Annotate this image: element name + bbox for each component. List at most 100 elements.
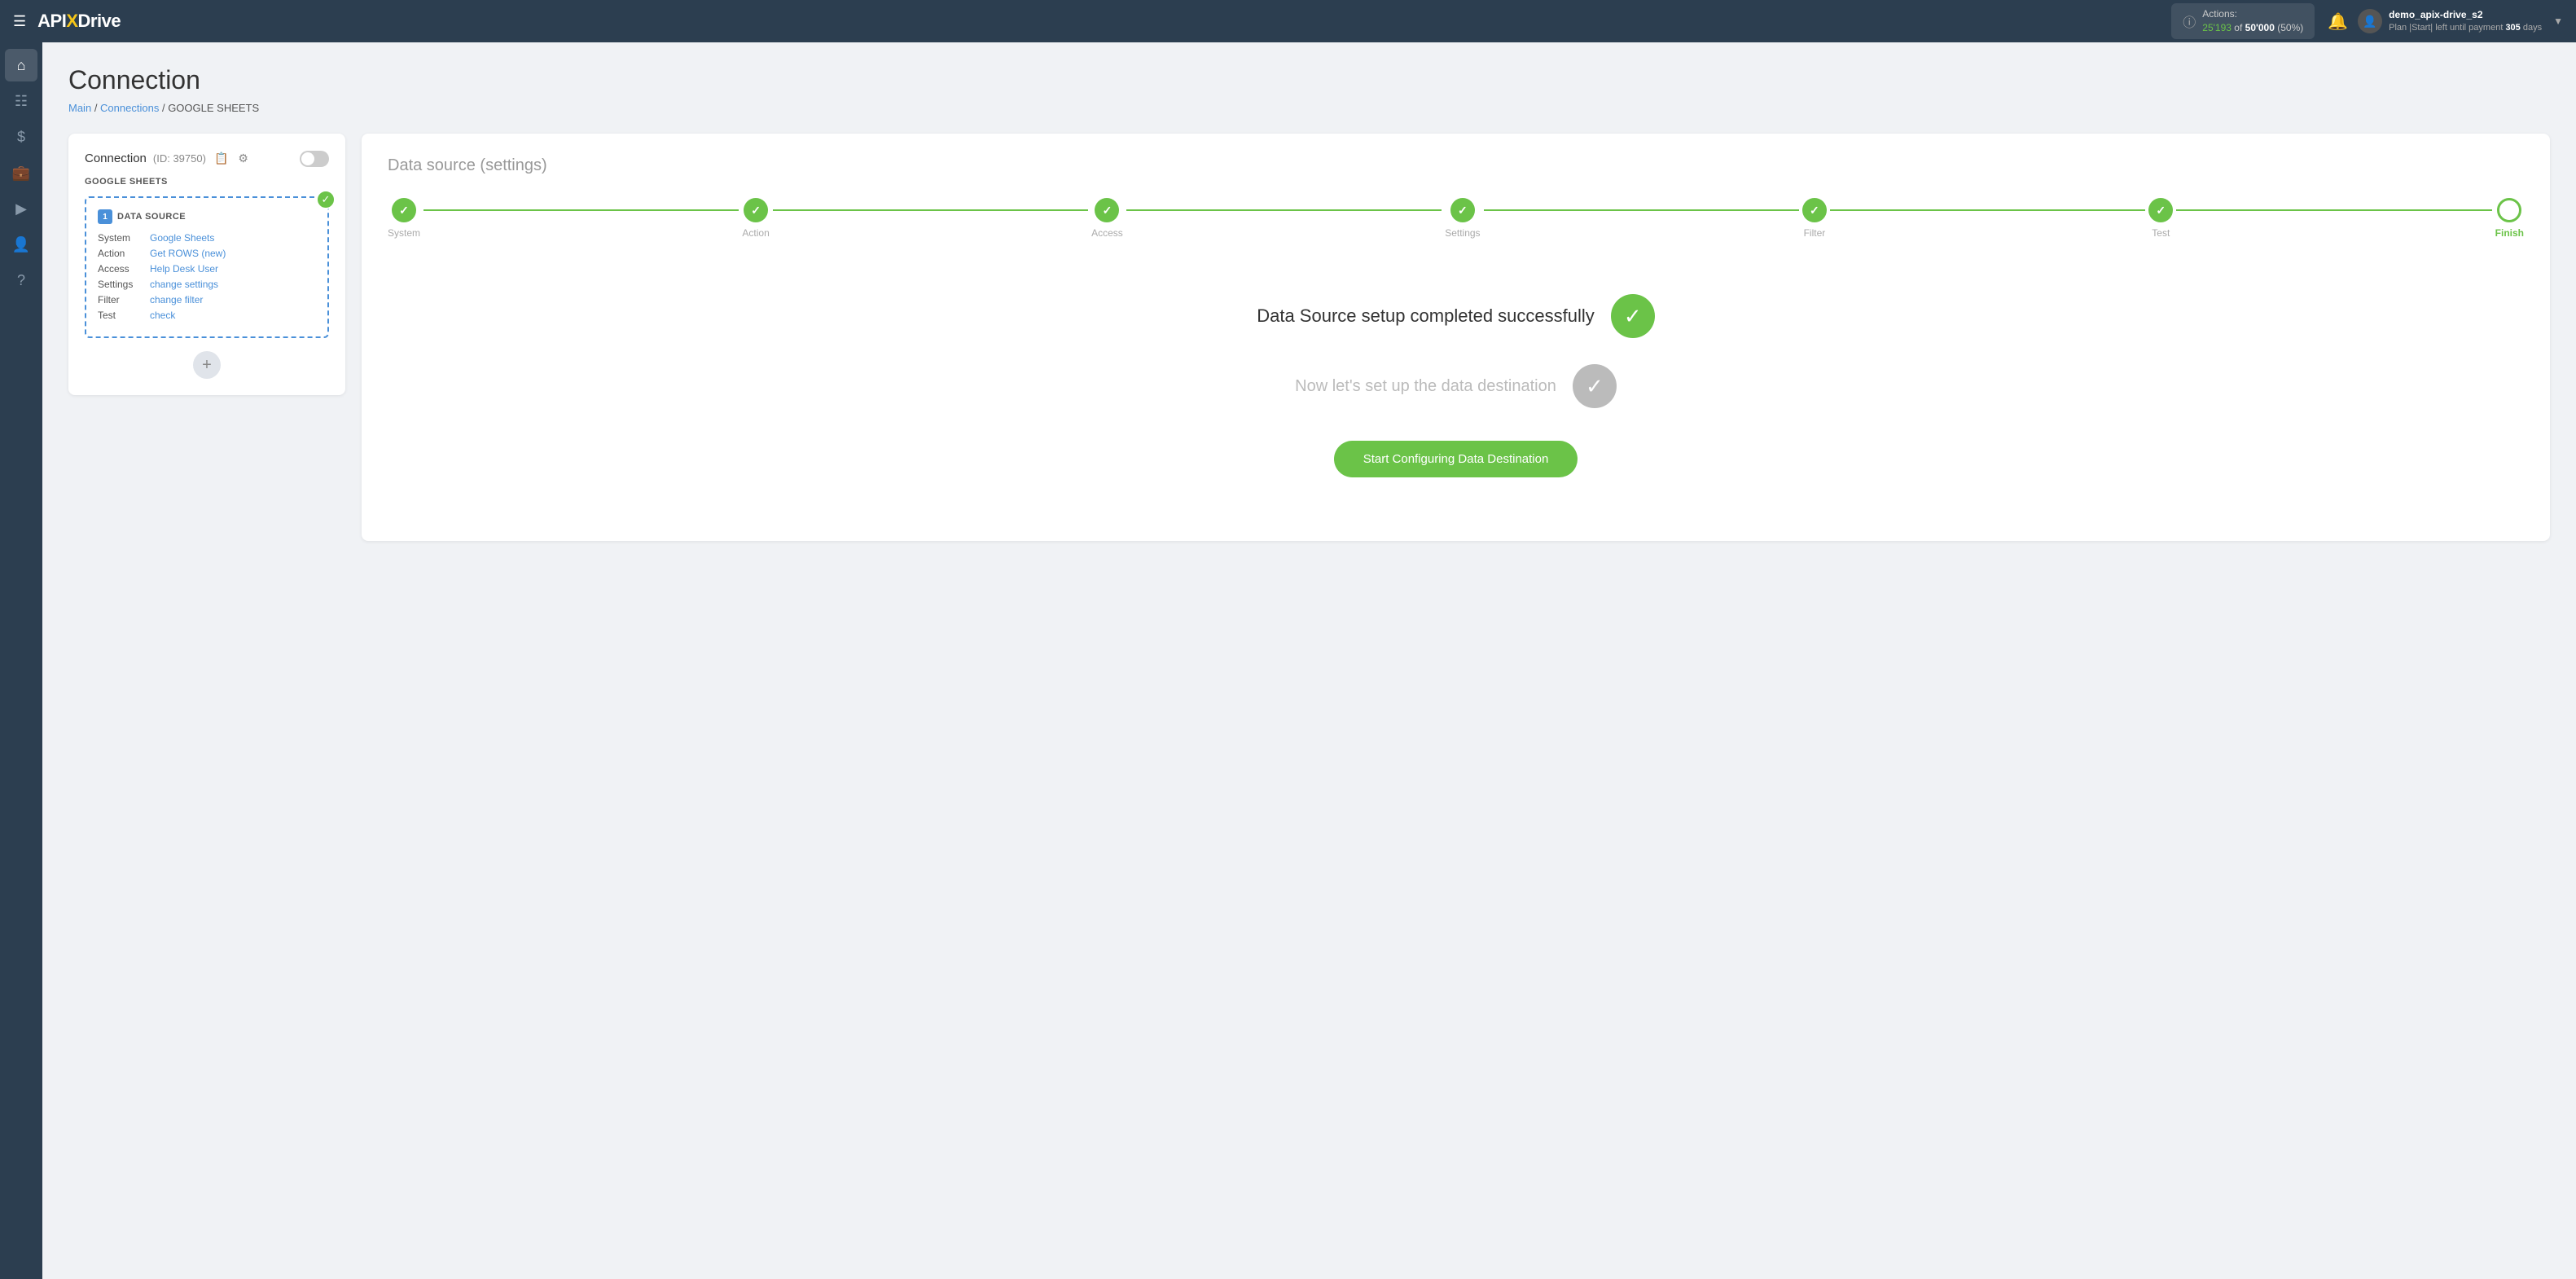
step-line-1 <box>423 209 739 211</box>
ds-row-settings: Settings change settings <box>98 279 316 290</box>
step-circle-test: ✓ <box>2148 198 2173 222</box>
step-circle-action: ✓ <box>744 198 768 222</box>
step-access: ✓ Access <box>1091 198 1123 239</box>
avatar: 👤 <box>2358 9 2382 33</box>
step-label-system: System <box>388 227 420 239</box>
actions-total: 50'000 <box>2245 22 2275 33</box>
ds-val-filter[interactable]: change filter <box>150 294 203 305</box>
step-circle-filter: ✓ <box>1802 198 1827 222</box>
step-system: ✓ System <box>388 198 420 239</box>
actions-current: 25'193 <box>2202 22 2232 33</box>
step-test: ✓ Test <box>2148 198 2173 239</box>
chevron-down-icon: ▼ <box>2553 15 2563 27</box>
ds-key-access: Access <box>98 263 147 275</box>
sidebar-item-user[interactable]: 👤 <box>5 228 37 261</box>
copy-icon[interactable]: 📋 <box>213 150 230 167</box>
connection-title: Connection <box>85 152 147 165</box>
step-finish: Finish <box>2495 198 2524 239</box>
days-label: days <box>2523 23 2542 33</box>
settings-icon[interactable]: ⚙ <box>236 150 250 167</box>
step-label-access: Access <box>1091 227 1123 239</box>
ds-row-access: Access Help Desk User <box>98 263 316 275</box>
left-card: Connection (ID: 39750) 📋 ⚙ GOOGLE SHEETS… <box>68 134 345 395</box>
right-card: Data source (settings) ✓ System ✓ Action <box>362 134 2550 541</box>
breadcrumb: Main / Connections / GOOGLE SHEETS <box>68 102 2550 114</box>
success-row-1: Data Source setup completed successfully… <box>1257 294 1655 338</box>
start-configuring-button[interactable]: Start Configuring Data Destination <box>1334 441 1578 477</box>
cards-row: Connection (ID: 39750) 📋 ⚙ GOOGLE SHEETS… <box>68 134 2550 541</box>
step-label-finish: Finish <box>2495 227 2524 239</box>
breadcrumb-main[interactable]: Main <box>68 102 91 114</box>
actions-text: Actions: 25'193 of 50'000 (50%) <box>2202 7 2303 35</box>
sidebar-item-help[interactable]: ? <box>5 264 37 297</box>
sidebar: ⌂ ☷ $ 💼 ▶ 👤 ? <box>0 42 42 1279</box>
logo-drive: Drive <box>78 11 121 32</box>
ds-key-action: Action <box>98 248 147 259</box>
main-content: Connection Main / Connections / GOOGLE S… <box>42 42 2576 1279</box>
settings-subtitle: (settings) <box>480 156 546 174</box>
ds-val-settings[interactable]: change settings <box>150 279 218 290</box>
sidebar-item-monitor[interactable]: ▶ <box>5 192 37 225</box>
next-title: Now let's set up the data destination <box>1295 375 1556 398</box>
sidebar-item-home[interactable]: ⌂ <box>5 49 37 81</box>
app-logo: APIXDrive <box>37 11 121 32</box>
hamburger-menu[interactable]: ☰ <box>13 13 26 30</box>
step-circle-access: ✓ <box>1095 198 1119 222</box>
ds-header: 1 DATA SOURCE <box>98 209 316 224</box>
user-area[interactable]: 👤 demo_apix-drive_s2 Plan |Start| left u… <box>2358 8 2563 34</box>
step-label-action: Action <box>742 227 769 239</box>
datasource-settings-title: Data source (settings) <box>388 156 2524 175</box>
success-check-green: ✓ <box>1611 294 1655 338</box>
ds-row-action: Action Get ROWS (new) <box>98 248 316 259</box>
ds-key-test: Test <box>98 310 147 321</box>
step-line-3 <box>1126 209 1442 211</box>
step-line-4 <box>1484 209 1799 211</box>
add-datasource-button[interactable]: + <box>193 351 221 379</box>
breadcrumb-current: GOOGLE SHEETS <box>168 102 259 114</box>
sidebar-item-briefcase[interactable]: 💼 <box>5 156 37 189</box>
ds-val-test[interactable]: check <box>150 310 175 321</box>
step-line-5 <box>1830 209 2145 211</box>
sidebar-item-billing[interactable]: $ <box>5 121 37 153</box>
user-plan: Plan |Start| left until payment 305 days <box>2389 22 2542 34</box>
success-check-gray: ✓ <box>1573 364 1617 408</box>
actions-percent: (50%) <box>2277 22 2303 33</box>
sidebar-item-connections[interactable]: ☷ <box>5 85 37 117</box>
stepper: ✓ System ✓ Action ✓ Access ✓ <box>388 198 2524 239</box>
step-line-2 <box>773 209 1088 211</box>
success-area: Data Source setup completed successfully… <box>388 278 2524 494</box>
page-title: Connection <box>68 65 2550 95</box>
breadcrumb-connections[interactable]: Connections <box>100 102 159 114</box>
logo-api: API <box>37 11 66 32</box>
days-value: 305 <box>2505 23 2520 33</box>
ds-label: DATA SOURCE <box>117 212 186 222</box>
ds-val-access[interactable]: Help Desk User <box>150 263 218 275</box>
success-title: Data Source setup completed successfully <box>1257 304 1595 329</box>
step-label-settings: Settings <box>1445 227 1480 239</box>
step-circle-finish <box>2497 198 2521 222</box>
ds-number: 1 <box>98 209 112 224</box>
ds-row-filter: Filter change filter <box>98 294 316 305</box>
step-filter: ✓ Filter <box>1802 198 1827 239</box>
step-circle-system: ✓ <box>392 198 416 222</box>
step-settings: ✓ Settings <box>1445 198 1480 239</box>
ds-row-test: Test check <box>98 310 316 321</box>
google-sheets-label: GOOGLE SHEETS <box>85 177 329 187</box>
user-name: demo_apix-drive_s2 <box>2389 8 2542 22</box>
success-row-2: Now let's set up the data destination ✓ <box>1295 364 1617 408</box>
logo-x: X <box>66 11 77 32</box>
notifications-button[interactable]: 🔔 <box>2328 11 2348 32</box>
actions-of: of <box>2234 22 2242 33</box>
step-action: ✓ Action <box>742 198 769 239</box>
user-info: demo_apix-drive_s2 Plan |Start| left unt… <box>2389 8 2542 34</box>
data-source-box: ✓ 1 DATA SOURCE System Google Sheets Act… <box>85 196 329 338</box>
top-navigation: ☰ APIXDrive ⓘ Actions: 25'193 of 50'000 … <box>0 0 2576 42</box>
ds-key-system: System <box>98 232 147 244</box>
connection-toggle[interactable] <box>300 151 329 167</box>
ds-val-system[interactable]: Google Sheets <box>150 232 214 244</box>
info-icon: ⓘ <box>2183 11 2196 31</box>
connection-id: (ID: 39750) <box>153 152 206 165</box>
ds-row-system: System Google Sheets <box>98 232 316 244</box>
step-circle-settings: ✓ <box>1450 198 1475 222</box>
ds-val-action[interactable]: Get ROWS (new) <box>150 248 226 259</box>
